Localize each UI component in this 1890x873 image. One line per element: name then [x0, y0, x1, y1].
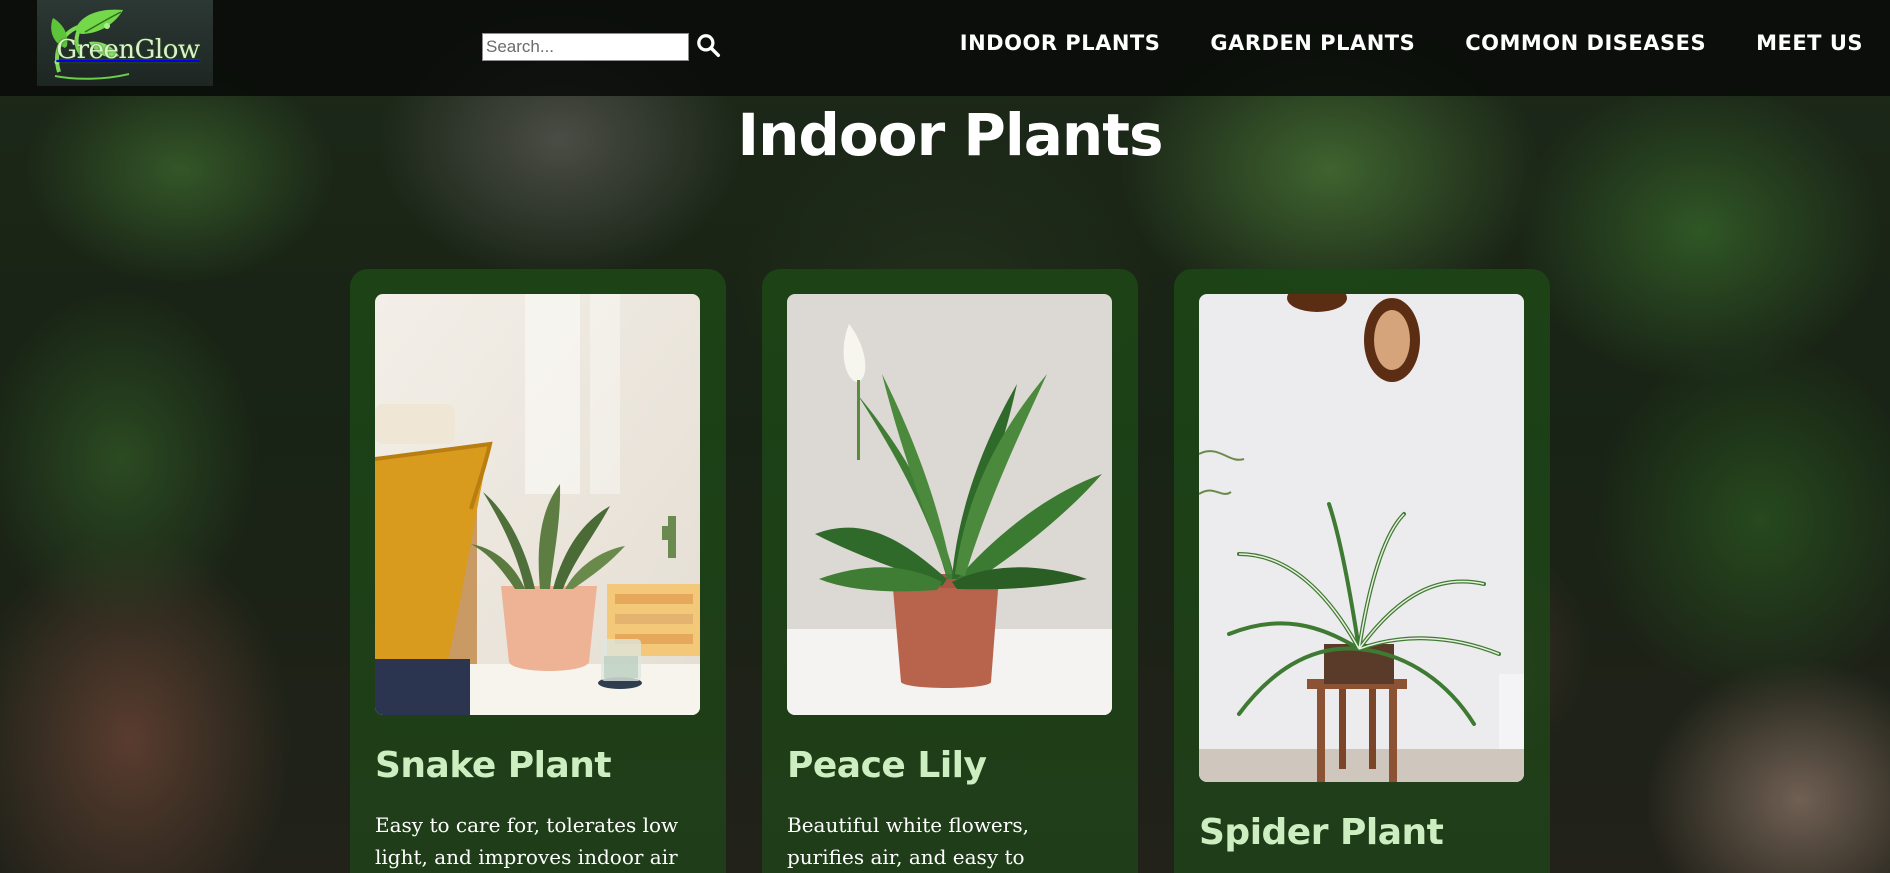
- plant-card-snake-plant[interactable]: Snake Plant Easy to care for, tolerates …: [350, 269, 726, 873]
- plant-card-spider-plant[interactable]: Spider Plant: [1174, 269, 1550, 873]
- search-bar: [482, 33, 721, 61]
- nav-indoor-plants[interactable]: INDOOR PLANTS: [960, 31, 1161, 55]
- plant-image-spider-plant: [1199, 294, 1524, 782]
- plant-name-spider-plant: Spider Plant: [1199, 812, 1444, 853]
- plant-name-snake-plant: Snake Plant: [375, 745, 612, 786]
- nav-common-diseases[interactable]: COMMON DISEASES: [1465, 31, 1706, 55]
- nav-meet-us[interactable]: MEET US: [1756, 31, 1863, 55]
- plant-card-peace-lily[interactable]: Peace Lily Beautiful white flowers, puri…: [762, 269, 1138, 873]
- site-header: GreenGlow INDOOR PLANTS GARDEN PLANTS CO…: [0, 0, 1890, 96]
- plant-image-peace-lily: [787, 294, 1112, 715]
- brand-name: GreenGlow: [56, 35, 200, 65]
- plant-desc-peace-lily: Beautiful white flowers, purifies air, a…: [787, 813, 1029, 869]
- plant-desc-snake-plant: Easy to care for, tolerates low light, a…: [375, 813, 679, 869]
- plant-image-snake-plant: [375, 294, 700, 715]
- nav-garden-plants[interactable]: GARDEN PLANTS: [1210, 31, 1415, 55]
- brand-logo[interactable]: GreenGlow: [37, 0, 213, 86]
- page-title: Indoor Plants: [737, 101, 1164, 169]
- search-input[interactable]: [482, 33, 689, 61]
- plant-name-peace-lily: Peace Lily: [787, 745, 987, 786]
- search-icon[interactable]: [695, 32, 721, 58]
- main-nav: INDOOR PLANTS GARDEN PLANTS COMMON DISEA…: [960, 31, 1863, 55]
